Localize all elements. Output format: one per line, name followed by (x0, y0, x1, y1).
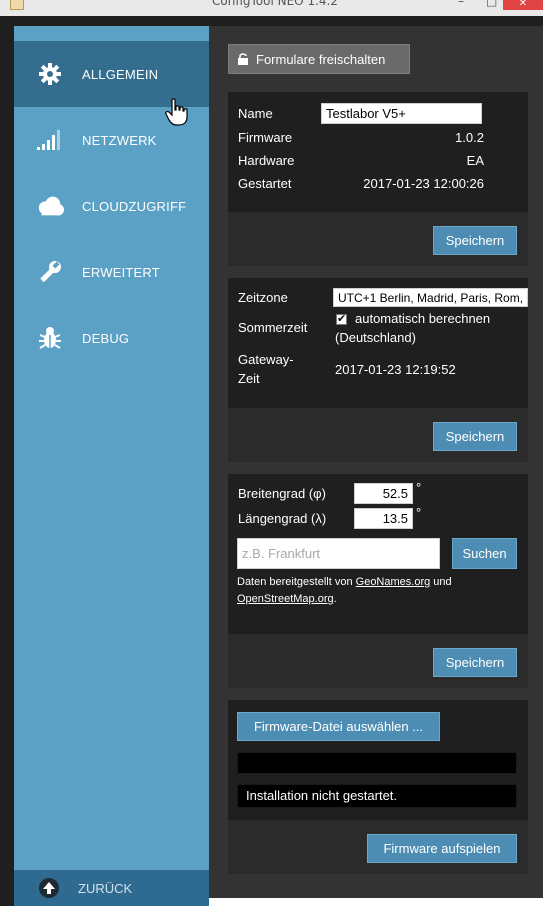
longitude-input[interactable]: 13.5 (354, 508, 413, 529)
title-bar: ConfigTool NEO 1.4.2 – □ ✕ (0, 0, 543, 16)
minimize-button[interactable]: – (458, 0, 464, 8)
geonames-link[interactable]: GeoNames.org (356, 576, 431, 588)
longitude-unit: ° (416, 505, 422, 520)
choose-firmware-file-button[interactable]: Firmware-Datei auswählen ... (237, 712, 440, 741)
firmware-value: 1.0.2 (455, 130, 484, 145)
search-button[interactable]: Suchen (452, 538, 517, 569)
started-value: 2017-01-23 12:00:26 (363, 176, 484, 191)
gear-icon (36, 60, 64, 88)
sidebar-item-debug[interactable]: DEBUG (14, 305, 209, 371)
data-credit: Daten bereitgestellt von GeoNames.org un… (237, 574, 522, 608)
location-search-input[interactable]: z.B. Frankfurt (237, 538, 440, 569)
sidebar-item-erweitert[interactable]: ERWEITERT (14, 239, 209, 305)
longitude-label: Längengrad (λ) (238, 511, 327, 526)
cloud-icon (36, 192, 64, 220)
installation-status-text: Installation nicht gestartet. (246, 788, 398, 803)
save-location-button[interactable]: Speichern (433, 648, 517, 677)
started-label: Gestartet (238, 176, 292, 191)
lock-icon (238, 53, 248, 65)
app-icon (10, 0, 24, 10)
name-label: Name (238, 106, 273, 121)
credit-prefix: Daten bereitgestellt von (237, 576, 356, 588)
sidebar-item-label: CLOUDZUGRIFF (82, 198, 187, 214)
device-name-input[interactable]: Testlabor V5+ (321, 103, 482, 124)
timezone-label: Zeitzone (238, 290, 288, 305)
firmware-label: Firmware (238, 130, 293, 145)
time-settings-panel: Zeitzone UTC+1 Berlin, Madrid, Paris, Ro… (228, 278, 528, 462)
bug-icon (36, 324, 64, 352)
latitude-unit: ° (416, 480, 422, 495)
sidebar: ALLGEMEIN NETZWERK CLOUDZUGRIFF ERWEITER… (14, 26, 209, 906)
app-frame: ALLGEMEIN NETZWERK CLOUDZUGRIFF ERWEITER… (0, 16, 543, 906)
back-label: ZURÜCK (78, 880, 133, 896)
firmware-update-panel: Firmware-Datei auswählen ... Installatio… (228, 700, 528, 874)
sidebar-item-label: NETZWERK (82, 132, 157, 148)
dst-label: Sommerzeit (238, 320, 308, 335)
back-button[interactable]: ZURÜCK (14, 870, 209, 906)
unlock-forms-label: Formulare freischalten (256, 51, 386, 67)
save-device-button[interactable]: Speichern (433, 226, 517, 255)
hand-cursor-icon (165, 98, 189, 126)
window-title: ConfigTool NEO 1.4.2 (212, 0, 338, 8)
credit-middle: und (430, 576, 452, 588)
close-button[interactable]: ✕ (503, 0, 543, 10)
save-time-button[interactable]: Speichern (433, 422, 517, 451)
gateway-time-label-2: Zeit (238, 371, 260, 386)
wrench-icon (36, 258, 64, 286)
signal-bars-icon (36, 126, 64, 154)
unlock-forms-button[interactable]: Formulare freischalten (228, 44, 410, 74)
gateway-time-value: 2017-01-23 12:19:52 (335, 362, 456, 377)
dst-option-text: automatisch berechnen (355, 311, 491, 326)
sidebar-item-cloudzugriff[interactable]: CLOUDZUGRIFF (14, 173, 209, 239)
installation-status-box: Installation nicht gestartet. (237, 784, 517, 808)
bottom-edge (209, 898, 543, 906)
sidebar-item-label: DEBUG (82, 330, 130, 346)
hardware-value: EA (466, 153, 484, 168)
flash-firmware-button[interactable]: Firmware aufspielen (367, 834, 517, 863)
maximize-button[interactable]: □ (486, 0, 497, 8)
sidebar-item-label: ALLGEMEIN (82, 66, 159, 82)
main-content: Formulare freischalten Name Testlabor V5… (209, 26, 543, 906)
dst-checkbox[interactable] (336, 312, 347, 325)
arrow-up-circle-icon (38, 877, 60, 899)
credit-suffix: . (333, 593, 337, 605)
firmware-progress-bar (237, 752, 517, 774)
close-icon: ✕ (518, 0, 528, 9)
timezone-select[interactable]: UTC+1 Berlin, Madrid, Paris, Rom, Stockh… (333, 288, 528, 307)
openstreetmap-link[interactable]: OpenStreetMap.org (237, 593, 334, 605)
dst-option-region: (Deutschland) (335, 330, 416, 345)
latitude-input[interactable]: 52.5 (354, 483, 413, 504)
gateway-time-label: Gateway- (238, 352, 294, 367)
device-info-panel: Name Testlabor V5+ Firmware 1.0.2 Hardwa… (228, 92, 528, 266)
latitude-label: Breitengrad (φ) (238, 486, 326, 501)
hardware-label: Hardware (238, 153, 295, 168)
location-panel: Breitengrad (φ) 52.5 ° Längengrad (λ) 13… (228, 474, 528, 688)
sidebar-item-label: ERWEITERT (82, 264, 160, 280)
